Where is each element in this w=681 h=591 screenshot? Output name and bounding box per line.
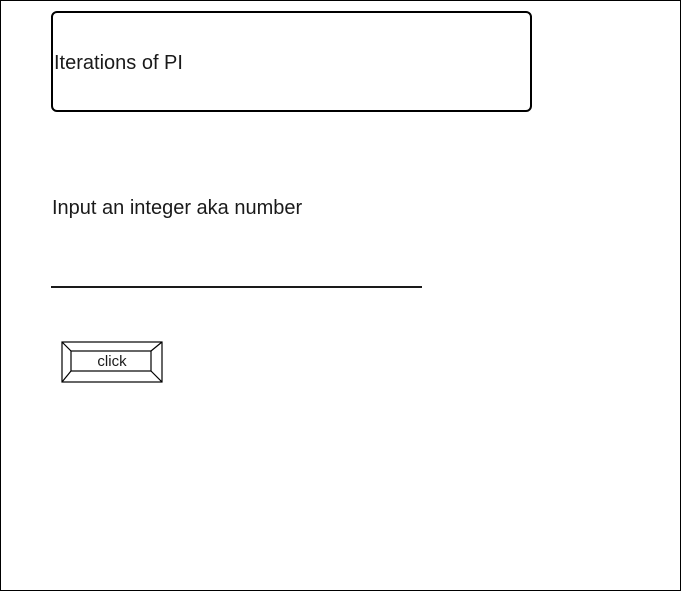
integer-input-label: Input an integer aka number bbox=[52, 197, 303, 219]
click-button[interactable]: click bbox=[61, 341, 163, 383]
integer-input[interactable] bbox=[51, 263, 422, 288]
page-frame: Iterations of PI Input an integer aka nu… bbox=[0, 0, 681, 591]
page-title: Iterations of PI bbox=[54, 52, 183, 74]
title-box: Iterations of PI bbox=[51, 11, 532, 112]
click-button-label: click bbox=[97, 353, 127, 370]
